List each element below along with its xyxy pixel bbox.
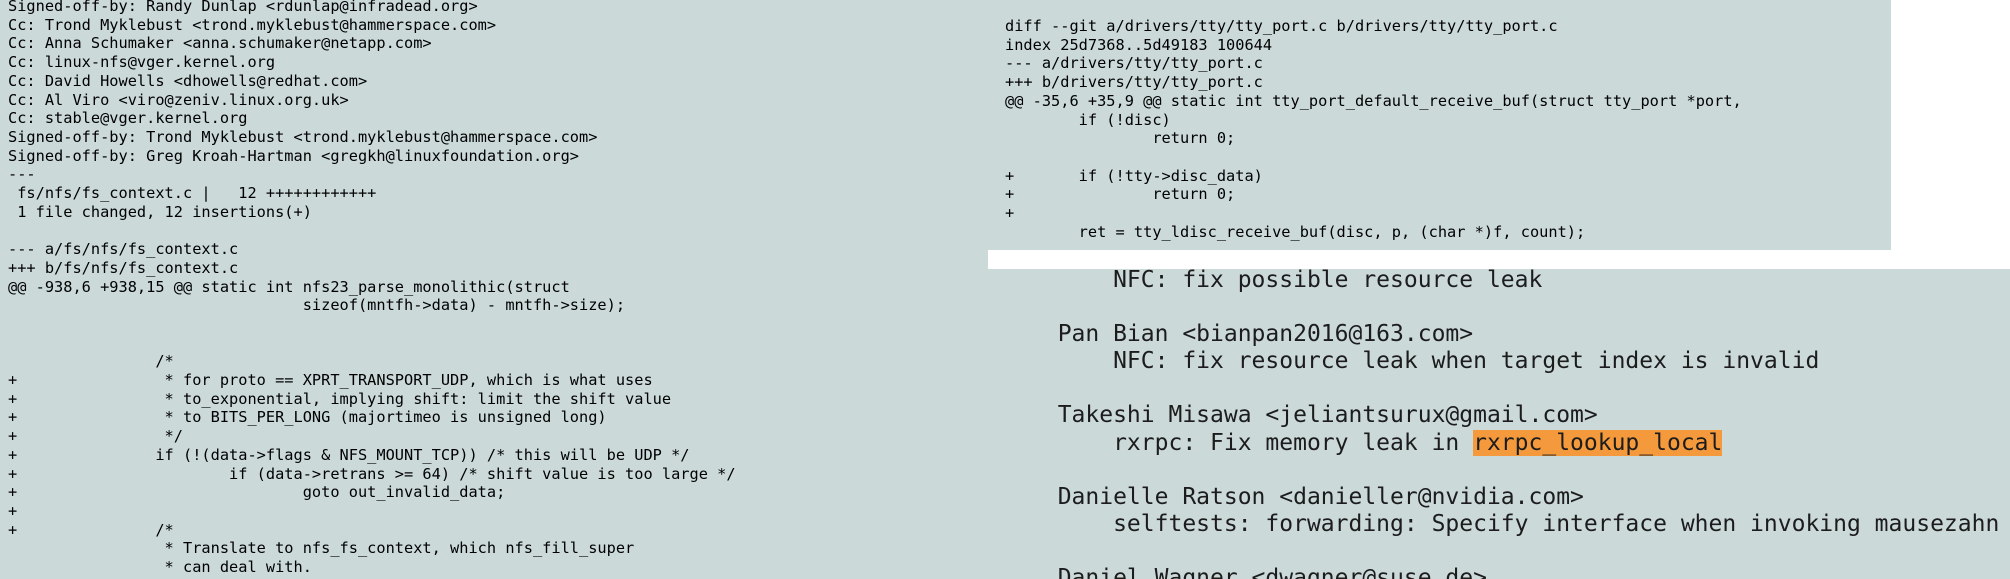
shortlog-line-text: rxrpc: Fix memory leak in — [1030, 429, 1474, 456]
diff-line: if (!disc) — [1005, 110, 1171, 129]
shortlog-line — [1030, 457, 1999, 484]
shortlog-line — [1030, 294, 1999, 321]
shortlog-line-text: NFC: fix resource leak when target index… — [1030, 348, 1820, 375]
patch-line: @@ -938,6 +938,15 @@ static int nfs23_pa… — [8, 277, 570, 296]
diff-line: +++ b/drivers/tty/tty_port.c — [1005, 73, 1263, 92]
diff-line: --- a/drivers/tty/tty_port.c — [1005, 54, 1263, 73]
diff-line: + — [1005, 204, 1015, 223]
shortlog-line-text: selftests: forwarding: Specify interface… — [1030, 510, 2000, 537]
patch-line: + if (data->retrans >= 64) /* shift valu… — [8, 464, 736, 483]
shortlog-line — [1030, 538, 1999, 565]
patch-line: Signed-off-by: Randy Dunlap <rdunlap@inf… — [8, 0, 478, 15]
patch-line: * Translate to nfs_fs_context, which nfs… — [8, 539, 635, 558]
shortlog-line: rxrpc: Fix memory leak in rxrpc_lookup_l… — [1030, 429, 1999, 457]
patch-line: Cc: Anna Schumaker <anna.schumaker@netap… — [8, 34, 432, 53]
diff-line: index 25d7368..5d49183 100644 — [1005, 35, 1273, 54]
pane-divider — [988, 250, 2010, 269]
nfs-patch-email-pane: Signed-off-by: Randy Dunlap <rdunlap@inf… — [0, 0, 988, 579]
patch-line: Cc: David Howells <dhowells@redhat.com> — [8, 71, 368, 90]
shortlog-line-text: Takeshi Misawa <jeliantsurux@gmail.com> — [1030, 402, 1598, 429]
patch-line: Cc: Al Viro <viro@zeniv.linux.org.uk> — [8, 90, 349, 109]
patch-line: + * for proto == XPRT_TRANSPORT_UDP, whi… — [8, 371, 653, 390]
tty-port-diff-text: diff --git a/drivers/tty/tty_port.c b/dr… — [1005, 17, 1742, 241]
patch-line: + */ — [8, 427, 183, 446]
shortlog-line: Takeshi Misawa <jeliantsurux@gmail.com> — [1030, 402, 1999, 429]
diff-line: ret = tty_ldisc_receive_buf(disc, p, (ch… — [1005, 222, 1586, 241]
patch-line: + if (!(data->flags & NFS_MOUNT_TCP)) /*… — [8, 445, 690, 464]
patch-line: + /* — [8, 520, 174, 539]
search-match-highlight: rxrpc_lookup_local — [1473, 429, 1723, 456]
diff-line: return 0; — [1005, 129, 1236, 148]
shortlog-line: Pan Bian <bianpan2016@163.com> — [1030, 321, 1999, 348]
patch-line: Cc: linux-nfs@vger.kernel.org — [8, 53, 276, 72]
patch-line — [8, 334, 736, 353]
shortlog-line-text: Danielle Ratson <danieller@nvidia.com> — [1030, 483, 1584, 510]
patch-line: 1 file changed, 12 insertions(+) — [8, 202, 312, 221]
patch-line: /* — [8, 352, 174, 371]
patch-line: + * to_exponential, implying shift: limi… — [8, 389, 672, 408]
shortlog-line-text — [1030, 294, 1044, 320]
shortlog-line — [1030, 375, 1999, 402]
shortlog-pane: NFC: fix possible resource leak Pan Bian… — [988, 269, 2010, 579]
shortlog-text: NFC: fix possible resource leak Pan Bian… — [1030, 269, 2000, 579]
shortlog-line-text: NFC: fix possible resource leak — [1030, 269, 1543, 293]
patch-line: Cc: stable@vger.kernel.org — [8, 109, 248, 128]
shortlog-line-text — [1030, 457, 1044, 483]
patch-line — [8, 221, 736, 240]
diff-line: diff --git a/drivers/tty/tty_port.c b/dr… — [1005, 17, 1558, 35]
shortlog-line: Danielle Ratson <danieller@nvidia.com> — [1030, 484, 1999, 511]
diff-line: + return 0; — [1005, 185, 1236, 204]
shortlog-line: selftests: forwarding: Specify interface… — [1030, 511, 1999, 538]
diff-line: + if (!tty->disc_data) — [1005, 166, 1263, 185]
patch-line: fs/nfs/fs_context.c | 12 ++++++++++++ — [8, 184, 377, 203]
diff-line — [1005, 148, 1742, 167]
patch-line: + * to BITS_PER_LONG (majortimeo is unsi… — [8, 408, 607, 427]
patch-line: Signed-off-by: Trond Myklebust <trond.my… — [8, 127, 598, 146]
patch-line: + — [8, 501, 18, 520]
shortlog-line: NFC: fix resource leak when target index… — [1030, 348, 1999, 375]
diff-line: @@ -35,6 +35,9 @@ static int tty_port_de… — [1005, 91, 1742, 110]
patch-line: --- — [8, 165, 36, 184]
patch-line: * can deal with. — [8, 558, 312, 577]
patch-line: Signed-off-by: Greg Kroah-Hartman <gregk… — [8, 146, 579, 165]
patch-line — [8, 315, 736, 334]
patch-line: sizeof(mntfh->data) - mntfh->size); — [8, 296, 626, 315]
patch-line: +++ b/fs/nfs/fs_context.c — [8, 258, 239, 277]
tty-port-diff-pane: diff --git a/drivers/tty/tty_port.c b/dr… — [988, 0, 1891, 250]
patch-line: + goto out_invalid_data; — [8, 483, 506, 502]
shortlog-line: NFC: fix possible resource leak — [1030, 269, 1999, 294]
shortlog-line: Daniel Wagner <dwagner@suse.de> — [1030, 565, 1999, 579]
shortlog-line-text: Daniel Wagner <dwagner@suse.de> — [1030, 565, 1487, 579]
nfs-patch-email-text: Signed-off-by: Randy Dunlap <rdunlap@inf… — [8, 0, 736, 579]
patch-line: --- a/fs/nfs/fs_context.c — [8, 240, 239, 259]
patch-line: Cc: Trond Myklebust <trond.myklebust@ham… — [8, 15, 497, 34]
shortlog-line-text — [1030, 538, 1044, 564]
shortlog-line-text: Pan Bian <bianpan2016@163.com> — [1030, 321, 1474, 348]
shortlog-line-text — [1030, 375, 1044, 401]
